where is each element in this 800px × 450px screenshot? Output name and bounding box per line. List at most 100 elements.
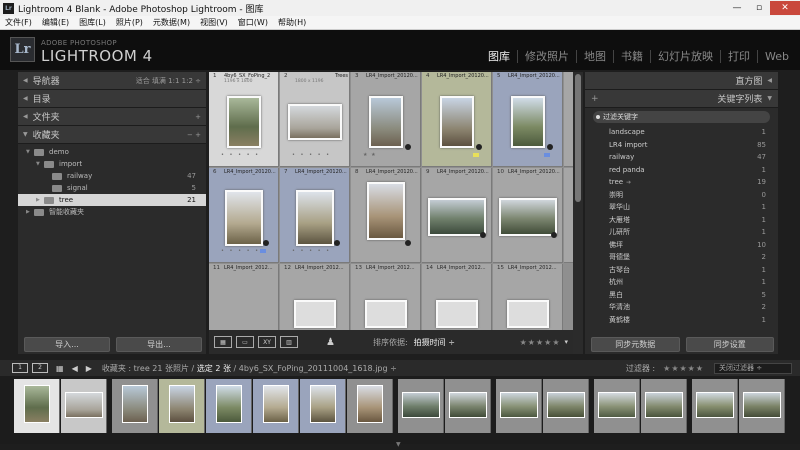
forward-arrow-icon[interactable]: ▶ (86, 364, 92, 373)
keyword-row[interactable]: 黑白 5 (585, 289, 778, 302)
grid-cell[interactable]: 9 LR4_Import_20120... (422, 168, 492, 263)
module-slideshow[interactable]: 幻灯片放映 (650, 50, 720, 63)
close-icon[interactable]: ✕ (770, 1, 800, 15)
filmstrip-thumbnail[interactable] (445, 379, 491, 433)
navigator-zoom-options[interactable]: 适合 填满 1:1 1:2 ÷ (136, 76, 201, 86)
keyword-row[interactable]: railway 47 (585, 151, 778, 164)
collection-railway[interactable]: railway 47 (18, 170, 206, 182)
rating-dots[interactable]: • • • • • (221, 152, 260, 158)
filmstrip[interactable] (0, 376, 800, 444)
filmstrip-thumbnail[interactable] (543, 379, 589, 433)
keyword-list-header[interactable]: + 关键字列表 ▼ (585, 90, 778, 108)
module-print[interactable]: 打印 (720, 50, 757, 63)
grid-cell[interactable]: 3 LR4_Import_20120... ★ ★ (351, 72, 421, 167)
keyword-row[interactable]: 杭州 1 (585, 276, 778, 289)
module-library[interactable]: 图库 (481, 50, 517, 63)
grid-cell[interactable]: 6 LR4_Import_20120... • • • • • (209, 168, 279, 263)
filmstrip-thumbnail[interactable] (159, 379, 205, 433)
filmstrip-thumbnail[interactable] (112, 379, 158, 433)
filmstrip-thumbnail[interactable] (739, 379, 785, 433)
add-keyword-icon[interactable]: + (591, 94, 599, 104)
minimize-icon[interactable]: — (726, 1, 748, 15)
filter-preset-dropdown[interactable]: 关闭过滤器 ÷ (714, 362, 792, 374)
collections-header[interactable]: ▼ 收藏夹 − + (18, 126, 206, 144)
toolbar-menu-icon[interactable]: ▾ (564, 338, 568, 346)
keyword-row[interactable]: 儿研所 1 (585, 226, 778, 239)
collections-add-remove-icon[interactable]: − + (187, 131, 201, 139)
keyword-row[interactable]: 华清池 2 (585, 301, 778, 314)
menu-metadata[interactable]: 元数据(M) (148, 17, 195, 28)
keyword-row[interactable]: landscape 1 (585, 126, 778, 139)
histogram-header[interactable]: 直方图 ◀ (585, 72, 778, 90)
filmstrip-thumbnail[interactable] (692, 379, 738, 433)
navigator-header[interactable]: ◀ 导航器 适合 填满 1:1 1:2 ÷ (18, 72, 206, 90)
menu-edit[interactable]: 编辑(E) (37, 17, 74, 28)
filmstrip-thumbnail[interactable] (398, 379, 444, 433)
grid-cell[interactable]: 15 LR4_Import_2012... (493, 264, 563, 330)
module-web[interactable]: Web (757, 50, 796, 63)
rating-dots[interactable]: • • • • • (221, 248, 260, 254)
import-button[interactable]: 导入... (24, 337, 110, 352)
keyword-row[interactable]: 哥德堡 2 (585, 251, 778, 264)
compare-view-icon[interactable]: XY (258, 336, 276, 348)
filmstrip-thumbnail[interactable] (253, 379, 299, 433)
folders-header[interactable]: ◀ 文件夹 + (18, 108, 206, 126)
sync-metadata-button[interactable]: 同步元数据 (591, 337, 680, 352)
secondary-display-button[interactable]: 2 (32, 363, 48, 373)
grid-cell[interactable]: 12 LR4_Import_2012... (280, 264, 350, 330)
module-book[interactable]: 书籍 (613, 50, 650, 63)
smart-collections[interactable]: ▶ 智能收藏夹 (18, 206, 206, 218)
grid-cell[interactable]: 2 Trees 1800 x 1196 • • • • • (280, 72, 350, 167)
grid-shortcut-icon[interactable]: ▦ (56, 364, 64, 373)
rating-stars[interactable]: ★ ★ (363, 152, 377, 158)
collection-signal[interactable]: signal 5 (18, 182, 206, 194)
rating-dots[interactable]: • • • • • (292, 248, 331, 254)
keyword-row[interactable]: 翠华山 1 (585, 201, 778, 214)
filmstrip-thumbnail[interactable] (641, 379, 687, 433)
keyword-arrow-icon[interactable]: ➔ (626, 179, 631, 186)
export-button[interactable]: 导出... (116, 337, 202, 352)
collection-set-import[interactable]: ▼ import (18, 158, 206, 170)
maximize-icon[interactable]: ▫ (748, 1, 770, 15)
grid-scrollbar[interactable] (573, 72, 583, 354)
add-folder-icon[interactable]: + (195, 113, 201, 121)
back-arrow-icon[interactable]: ◀ (72, 364, 78, 373)
keyword-row[interactable]: red panda 1 (585, 164, 778, 177)
source-breadcrumb[interactable]: 收藏夹 : tree 21 张照片 / 选定 2 张 / 4by6_SX_FoP… (102, 363, 397, 374)
sync-settings-button[interactable]: 同步设置 (685, 337, 774, 352)
filmstrip-thumbnail[interactable] (300, 379, 346, 433)
rating-stars[interactable]: ★★★★★ (520, 338, 561, 347)
rating-dots[interactable]: • • • • • (292, 152, 331, 158)
menu-file[interactable]: 文件(F) (0, 17, 37, 28)
survey-view-icon[interactable]: ▥ (280, 336, 298, 348)
filter-stars[interactable]: ★★★★★ (663, 364, 704, 373)
catalog-header[interactable]: ◀ 目录 (18, 90, 206, 108)
menu-view[interactable]: 视图(V) (195, 17, 233, 28)
grid-cell[interactable]: 8 LR4_Import_20120... (351, 168, 421, 263)
menu-photo[interactable]: 照片(P) (111, 17, 148, 28)
grid-view-icon[interactable]: ▦ (214, 336, 232, 348)
module-map[interactable]: 地图 (576, 50, 613, 63)
keyword-filter-input[interactable]: 过滤关键字 (593, 111, 770, 123)
filmstrip-thumbnail[interactable] (61, 379, 107, 433)
filmstrip-thumbnail[interactable] (347, 379, 393, 433)
keyword-row[interactable]: 崇明 0 (585, 189, 778, 202)
grid-cell[interactable]: 10 LR4_Import_20120... (493, 168, 563, 263)
keyword-row[interactable]: 佛坪 10 (585, 239, 778, 252)
loupe-view-icon[interactable]: ▭ (236, 336, 254, 348)
menu-help[interactable]: 帮助(H) (273, 17, 311, 28)
grid-cell[interactable]: 14 LR4_Import_2012... (422, 264, 492, 330)
keyword-row[interactable]: LR4 import 85 (585, 139, 778, 152)
menu-library[interactable]: 图库(L) (74, 17, 111, 28)
filmstrip-thumbnail[interactable] (14, 379, 60, 433)
grid-cell[interactable]: 7 LR4_Import_20120... • • • • • (280, 168, 350, 263)
keyword-row[interactable]: 大雁塔 1 (585, 214, 778, 227)
painter-icon[interactable]: ♟ (326, 337, 335, 348)
keyword-row[interactable]: 古琴台 1 (585, 264, 778, 277)
sort-dropdown[interactable]: 拍摄时间 ÷ (414, 337, 455, 348)
filmstrip-toggle-icon[interactable]: ▼ (396, 441, 401, 448)
grid-cell[interactable]: 11 LR4_Import_2012... (209, 264, 279, 330)
scrollbar-thumb[interactable] (575, 74, 581, 202)
grid-cell[interactable]: 5 LR4_Import_20120... (493, 72, 563, 167)
grid-cell[interactable]: 1 4by6_SX_FoPing_2 1196 x 1800 • • • • • (209, 72, 279, 167)
